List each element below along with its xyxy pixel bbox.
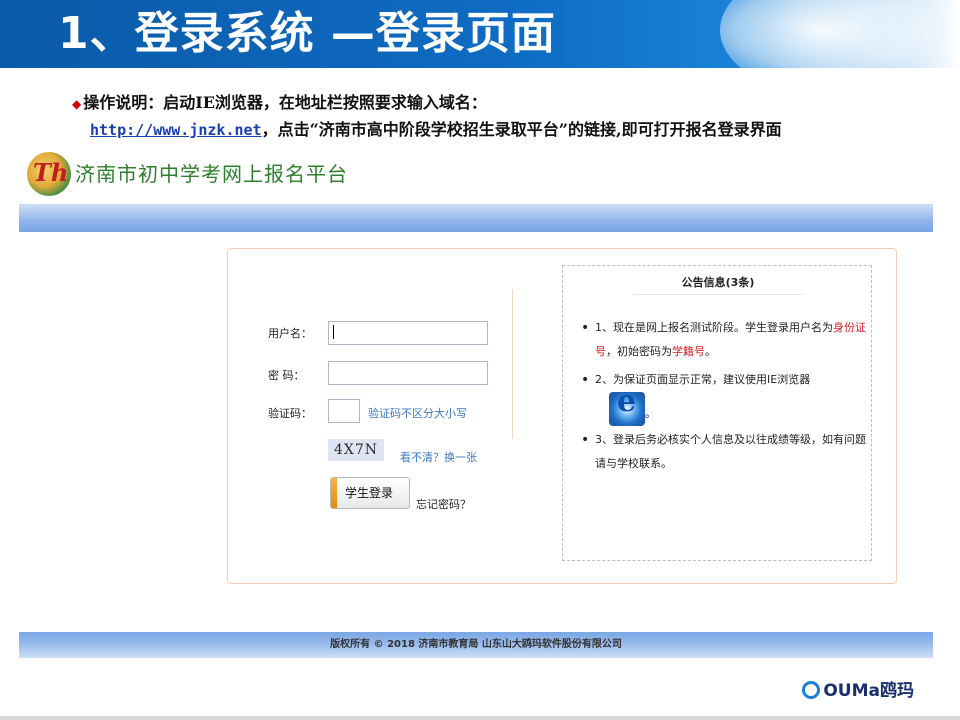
site-header: Th 济南市初中学考网上报名平台	[19, 148, 933, 204]
student-login-button[interactable]: 学生登录	[330, 477, 410, 509]
notice-item: 3、登录后务必核实个人信息及以往成绩等级，如有问题请与学校联系。	[579, 428, 867, 476]
notice-item: 1、现在是网上报名测试阶段。学生登录用户名为身份证号，初始密码为学籍号。	[579, 316, 867, 364]
password-input[interactable]	[328, 361, 488, 385]
captcha-input[interactable]	[328, 399, 360, 423]
captcha-label: 验证码：	[268, 407, 312, 420]
ouma-brand: OUMa鸥玛	[802, 676, 914, 701]
instructions: ◆ 操作说明：启动IE浏览器，在地址栏按照要求输入域名： http://www.j…	[72, 90, 892, 143]
bottom-rule	[0, 716, 960, 720]
site-logo-icon: Th	[27, 152, 71, 196]
slide-title: 1、登录系统 —登录页面	[58, 8, 556, 59]
site-title: 济南市初中学考网上报名平台	[75, 162, 348, 186]
copyright-text: 版权所有 © 2018 济南市教育局 山东山大鸥玛软件股份有限公司	[330, 639, 622, 650]
url-link[interactable]: http://www.jnzk.net	[90, 121, 262, 139]
login-panel: 用户名： 密 码： 验证码： 验证码不区分大小写 4X7N 看不清？换一张 学生…	[227, 248, 897, 584]
logo-text: Th	[33, 158, 69, 187]
forgot-password-link[interactable]: 忘记密码？	[416, 496, 471, 512]
diamond-bullet-icon: ◆	[72, 97, 82, 111]
captcha-image[interactable]: 4X7N	[328, 439, 384, 461]
notice-title: 公告信息(3条)	[681, 276, 755, 289]
top-band	[19, 204, 933, 232]
username-input[interactable]	[328, 321, 488, 345]
captcha-hint: 验证码不区分大小写	[368, 407, 467, 420]
panel-divider	[512, 289, 513, 439]
instruction-suffix: ，点击“济南市高中阶段学校招生录取平台”的链接,即可打开报名登录界面	[261, 120, 782, 139]
notice-item: 2、为保证页面显示正常，建议使用IE浏览器。	[579, 368, 867, 426]
instruction-prefix: 操作说明：启动IE浏览器，在地址栏按照要求输入域名：	[83, 93, 487, 112]
brand-name: OUMa鸥玛	[823, 681, 914, 701]
login-page-screenshot: Th 济南市初中学考网上报名平台 用户名： 密 码： 验证码： 验证码不区分大小…	[19, 148, 933, 658]
notice-list: 1、现在是网上报名测试阶段。学生登录用户名为身份证号，初始密码为学籍号。 2、为…	[579, 316, 867, 476]
instruction-line-2: http://www.jnzk.net，点击“济南市高中阶段学校招生录取平台”的…	[72, 117, 892, 143]
ie-browser-icon	[609, 390, 645, 426]
header-swoosh	[720, 0, 960, 100]
notice-panel: 公告信息(3条) 1、现在是网上报名测试阶段。学生登录用户名为身份证号，初始密码…	[562, 265, 872, 561]
username-label: 用户名：	[268, 327, 312, 340]
notice-title-rule	[633, 294, 803, 295]
instruction-line-1: ◆ 操作说明：启动IE浏览器，在地址栏按照要求输入域名：	[72, 90, 892, 117]
password-label: 密 码：	[268, 369, 305, 382]
footer-band: 版权所有 © 2018 济南市教育局 山东山大鸥玛软件股份有限公司	[19, 632, 933, 658]
text-cursor	[333, 325, 334, 339]
slide-header: 1、登录系统 —登录页面	[0, 0, 960, 100]
ouma-logo-icon	[802, 681, 821, 699]
refresh-captcha-link[interactable]: 看不清？换一张	[400, 449, 477, 465]
